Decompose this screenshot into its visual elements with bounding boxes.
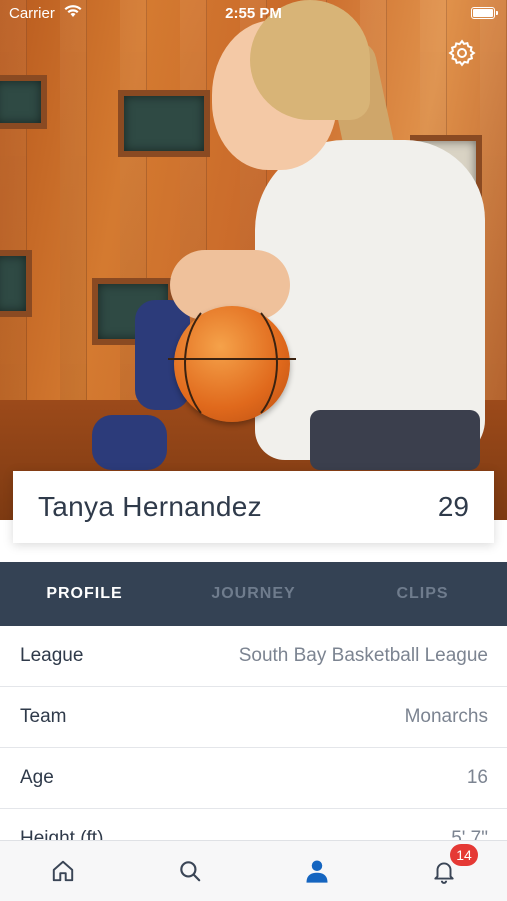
clock: 2:55 PM — [225, 5, 282, 22]
battery-fill — [473, 9, 493, 17]
row-league: League South Bay Basketball League — [0, 626, 507, 687]
nav-notifications[interactable]: 14 — [380, 841, 507, 901]
row-age: Age 16 — [0, 748, 507, 809]
row-label: Age — [20, 767, 54, 788]
player-card: Tanya Hernandez 29 — [13, 471, 494, 543]
tab-journey[interactable]: JOURNEY — [169, 562, 338, 626]
profile-details: League South Bay Basketball League Team … — [0, 626, 507, 840]
row-value: South Bay Basketball League — [238, 645, 488, 666]
home-icon — [53, 860, 74, 882]
notification-badge: 14 — [450, 844, 478, 866]
player-name: Tanya Hernandez — [38, 491, 262, 522]
row-label: League — [20, 645, 84, 666]
row-label: Height (ft) — [20, 828, 104, 840]
row-value: Monarchs — [404, 706, 488, 727]
gear-icon — [448, 39, 476, 67]
bottom-navigation: 14 — [0, 840, 507, 901]
row-value: 16 — [466, 767, 488, 788]
tab-clips[interactable]: CLIPS — [338, 562, 507, 626]
settings-button[interactable] — [444, 35, 480, 71]
profile-icon — [306, 860, 328, 883]
nav-home[interactable] — [0, 841, 127, 901]
row-height: Height (ft) 5' 7" — [0, 809, 507, 840]
battery-icon — [471, 7, 498, 19]
search-icon — [180, 861, 201, 882]
tab-bar: PROFILE JOURNEY CLIPS — [0, 562, 507, 626]
row-label: Team — [20, 706, 67, 727]
status-bar: Carrier 2:55 PM — [0, 0, 507, 28]
row-value: 5' 7" — [451, 828, 488, 840]
nav-profile[interactable] — [254, 841, 381, 901]
nav-search[interactable] — [127, 841, 254, 901]
jersey-number: 29 — [437, 491, 469, 522]
row-team: Team Monarchs — [0, 687, 507, 748]
tab-profile[interactable]: PROFILE — [0, 562, 169, 626]
hero-photo — [0, 0, 507, 520]
